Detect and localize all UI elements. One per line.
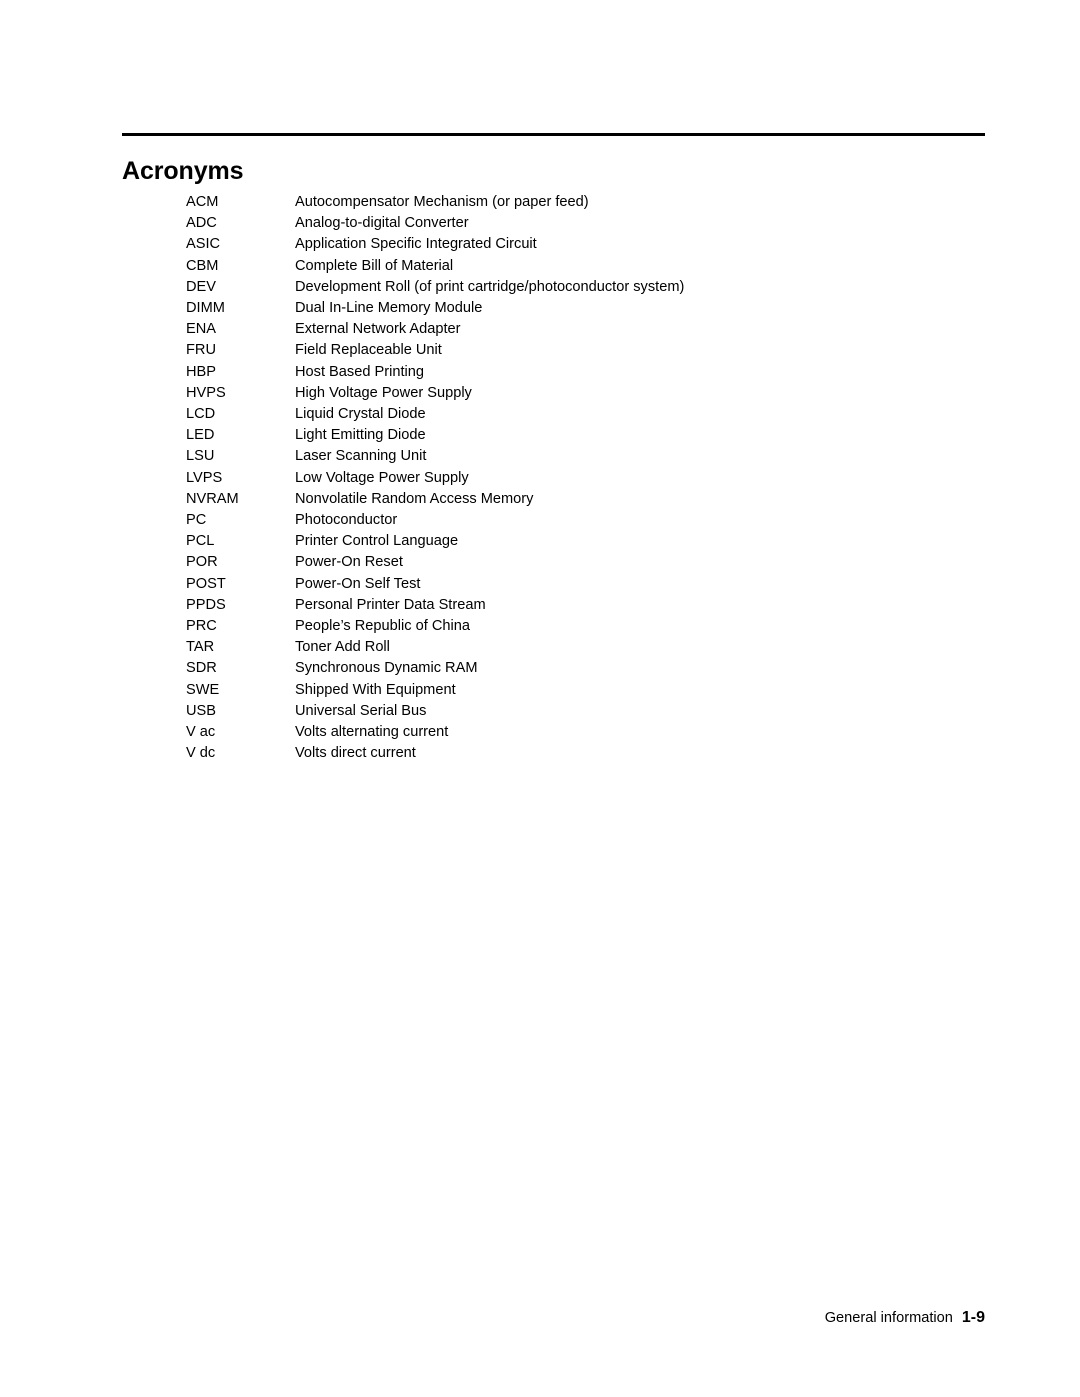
acronym-definition: High Voltage Power Supply	[295, 384, 472, 401]
acronym-definition: External Network Adapter	[295, 321, 461, 338]
acronym-row: DEV Development Roll (of print cartridge/…	[186, 277, 906, 298]
acronym-term: LCD	[186, 406, 216, 423]
acronym-definition: Laser Scanning Unit	[295, 448, 427, 465]
header-rule	[122, 133, 985, 136]
acronym-term: ACM	[186, 194, 219, 210]
acronym-term: USB	[186, 702, 217, 719]
acronym-definition: Dual In-Line Memory Module	[295, 300, 483, 317]
acronym-row: CBM Complete Bill of Material	[186, 256, 906, 277]
acronym-term: DIMM	[186, 300, 225, 317]
acronym-row: HVPS High Voltage Power Supply	[186, 383, 906, 404]
acronym-definition: Host Based Printing	[295, 363, 424, 380]
acronym-definition: Synchronous Dynamic RAM	[295, 660, 478, 677]
footer-section-label: General information	[824, 1310, 953, 1326]
acronym-term: SWE	[186, 681, 220, 698]
acronym-term: V dc	[186, 745, 216, 762]
acronym-row: POR Power-On Reset	[186, 552, 906, 573]
acronym-definition: Field Replaceable Unit	[295, 342, 442, 359]
acronym-term: PPDS	[186, 596, 226, 613]
acronym-row: POST Power-On Self Test	[186, 574, 906, 595]
acronym-row: SDR Synchronous Dynamic RAM	[186, 658, 906, 679]
acronym-definition: Development Roll (of print cartridge/pho…	[295, 278, 685, 295]
acronym-term: TAR	[186, 639, 215, 656]
acronym-definition: Printer Control Language	[295, 533, 459, 550]
acronym-definition: Power-On Reset	[295, 554, 403, 571]
acronym-row: TAR Toner Add Roll	[186, 637, 906, 658]
acronym-row: PRC People’s Republic of China	[186, 616, 906, 637]
acronym-term: PC	[186, 512, 207, 529]
acronym-row: PCL Printer Control Language	[186, 531, 906, 552]
acronym-row: SWE Shipped With Equipment	[186, 680, 906, 701]
acronym-definition: Universal Serial Bus	[295, 702, 427, 719]
acronym-definition: Complete Bill of Material	[295, 257, 454, 274]
acronym-row: PC Photoconductor	[186, 510, 906, 531]
acronym-term: ADC	[186, 215, 217, 232]
acronym-row: LCD Liquid Crystal Diode	[186, 404, 906, 425]
acronym-definition: Photoconductor	[295, 512, 398, 529]
page-title: Acronyms	[122, 156, 244, 185]
acronym-row: PPDS Personal Printer Data Stream	[186, 595, 906, 616]
acronym-definition: Volts alternating current	[295, 724, 449, 741]
acronym-row: ADC Analog-to-digital Converter	[186, 213, 906, 234]
acronym-row: USB Universal Serial Bus	[186, 701, 906, 722]
acronym-definition: Analog-to-digital Converter	[295, 215, 469, 232]
acronym-row: V ac Volts alternating current	[186, 722, 906, 743]
acronym-definition: Toner Add Roll	[295, 639, 390, 656]
acronym-row: ACM Autocompensator Mechanism (or paper f…	[186, 192, 906, 213]
acronym-definition: Application Specific Integrated Circuit	[295, 236, 537, 253]
acronym-row: LED Light Emitting Diode	[186, 425, 906, 446]
acronym-term: SDR	[186, 660, 217, 677]
acronym-term: POR	[186, 554, 218, 571]
acronym-term: LSU	[186, 448, 215, 465]
document-page: Acronyms ACM Autocompensator Mechanism (o…	[0, 0, 1080, 1397]
acronym-term: POST	[186, 575, 226, 592]
acronym-term: DEV	[186, 278, 217, 295]
acronym-row: HBP Host Based Printing	[186, 362, 906, 383]
acronym-row: LSU Laser Scanning Unit	[186, 446, 906, 467]
acronym-term: ENA	[186, 321, 217, 338]
acronym-row: ASIC Application Specific Integrated Circ…	[186, 234, 906, 255]
acronym-definition: Shipped With Equipment	[295, 681, 456, 698]
acronym-definition: Power-On Self Test	[295, 575, 421, 592]
acronym-term: LED	[186, 427, 215, 444]
acronym-term: PCL	[186, 533, 215, 550]
acronym-list: ACM Autocompensator Mechanism (or paper f…	[186, 192, 906, 764]
acronym-definition: Light Emitting Diode	[295, 427, 426, 444]
footer-page-number: 1-9	[961, 1309, 985, 1326]
acronym-definition: Liquid Crystal Diode	[295, 406, 426, 423]
acronym-row: DIMM Dual In-Line Memory Module	[186, 298, 906, 319]
acronym-term: NVRAM	[186, 490, 239, 507]
acronym-row: V dc Volts direct current	[186, 743, 906, 764]
acronym-definition: Volts direct current	[295, 745, 416, 762]
acronym-term: ASIC	[186, 236, 221, 253]
acronym-term: FRU	[186, 342, 216, 359]
acronym-term: LVPS	[186, 469, 223, 486]
acronym-definition: Low Voltage Power Supply	[295, 469, 469, 486]
acronym-definition: Autocompensator Mechanism (or paper feed…	[295, 194, 589, 210]
acronym-row: LVPS Low Voltage Power Supply	[186, 468, 906, 489]
acronym-definition: People’s Republic of China	[295, 618, 470, 635]
acronym-term: CBM	[186, 257, 219, 274]
acronym-row: NVRAM Nonvolatile Random Access Memory	[186, 489, 906, 510]
acronym-row: FRU Field Replaceable Unit	[186, 340, 906, 361]
acronym-term: PRC	[186, 618, 217, 635]
page-footer: General information 1-9	[825, 1309, 985, 1327]
acronym-definition: Personal Printer Data Stream	[295, 596, 486, 613]
acronym-term: HBP	[186, 363, 217, 380]
acronym-definition: Nonvolatile Random Access Memory	[295, 490, 534, 507]
acronym-row: ENA External Network Adapter	[186, 319, 906, 340]
acronym-term: V ac	[186, 724, 216, 741]
acronym-term: HVPS	[186, 384, 226, 401]
